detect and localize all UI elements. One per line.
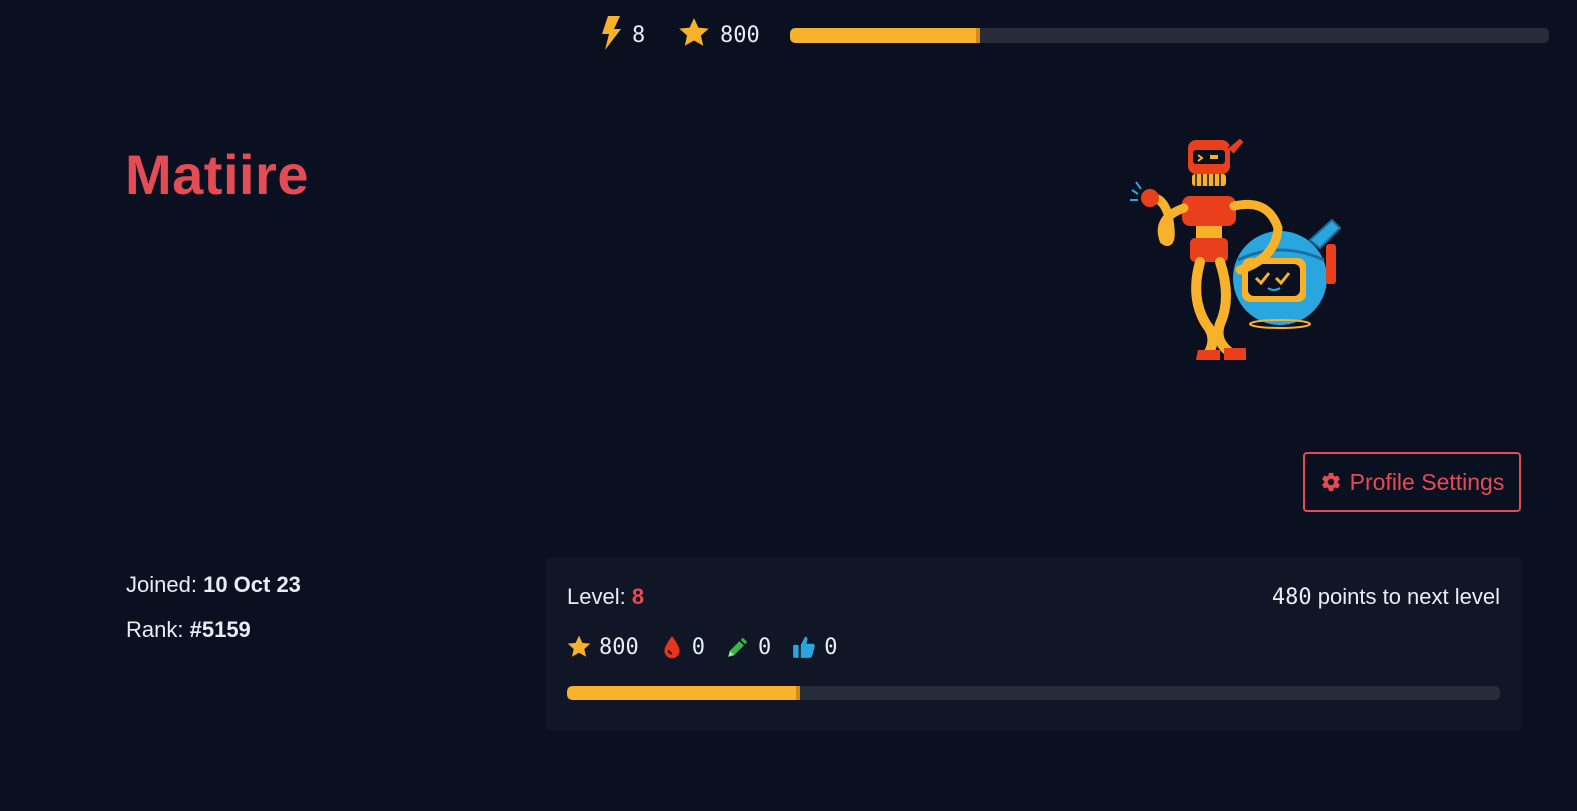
thumbs-up-icon — [793, 636, 816, 658]
top-level-value: 8 — [632, 23, 646, 48]
robot-avatar-illustration — [1130, 137, 1342, 360]
top-xp-progress-fill — [790, 28, 980, 43]
level-stats-card: Level: 8 480 points to next level 800 0 — [546, 558, 1522, 730]
rank-value: #5159 — [189, 617, 251, 642]
joined-value: 10 Oct 23 — [203, 572, 301, 597]
points-to-next-text: points to next level — [1317, 584, 1500, 609]
profile-username: Matiire — [125, 143, 309, 206]
stat-upvotes-value: 0 — [824, 634, 838, 660]
stat-first-bloods: 0 — [659, 634, 705, 660]
stat-points-value: 800 — [599, 634, 639, 660]
stat-first-bloods-value: 0 — [691, 634, 705, 660]
top-points-value: 800 — [720, 23, 760, 48]
rank: Rank: #5159 — [126, 617, 251, 643]
stat-writeups: 0 — [725, 634, 771, 660]
level-display: Level: 8 — [567, 584, 644, 610]
level-progress-fill — [567, 686, 801, 700]
blood-drop-icon — [664, 636, 680, 659]
rank-label: Rank: — [126, 617, 184, 642]
lightning-icon — [602, 16, 621, 50]
points-to-next-value: 480 — [1271, 585, 1312, 610]
pencil-icon — [728, 637, 748, 657]
joined-label: Joined: — [126, 572, 197, 597]
profile-settings-label: Profile Settings — [1349, 468, 1505, 495]
level-value: 8 — [631, 584, 645, 609]
stat-points: 800 — [566, 634, 639, 660]
stat-writeups-value: 0 — [758, 634, 772, 660]
star-icon — [679, 18, 709, 46]
stats-row: 800 0 0 0 — [566, 632, 858, 662]
gear-icon — [1321, 472, 1340, 492]
top-status-bar: 8 800 — [596, 14, 1556, 54]
star-icon — [567, 635, 591, 657]
points-to-next-level: 480 points to next level — [1272, 584, 1500, 610]
stat-upvotes: 0 — [791, 634, 838, 660]
joined-date: Joined: 10 Oct 23 — [126, 572, 301, 598]
profile-settings-button[interactable]: Profile Settings — [1303, 452, 1521, 512]
level-label: Level: — [567, 584, 626, 609]
top-xp-progress-bar — [790, 28, 1549, 43]
level-progress-bar — [567, 686, 1500, 700]
